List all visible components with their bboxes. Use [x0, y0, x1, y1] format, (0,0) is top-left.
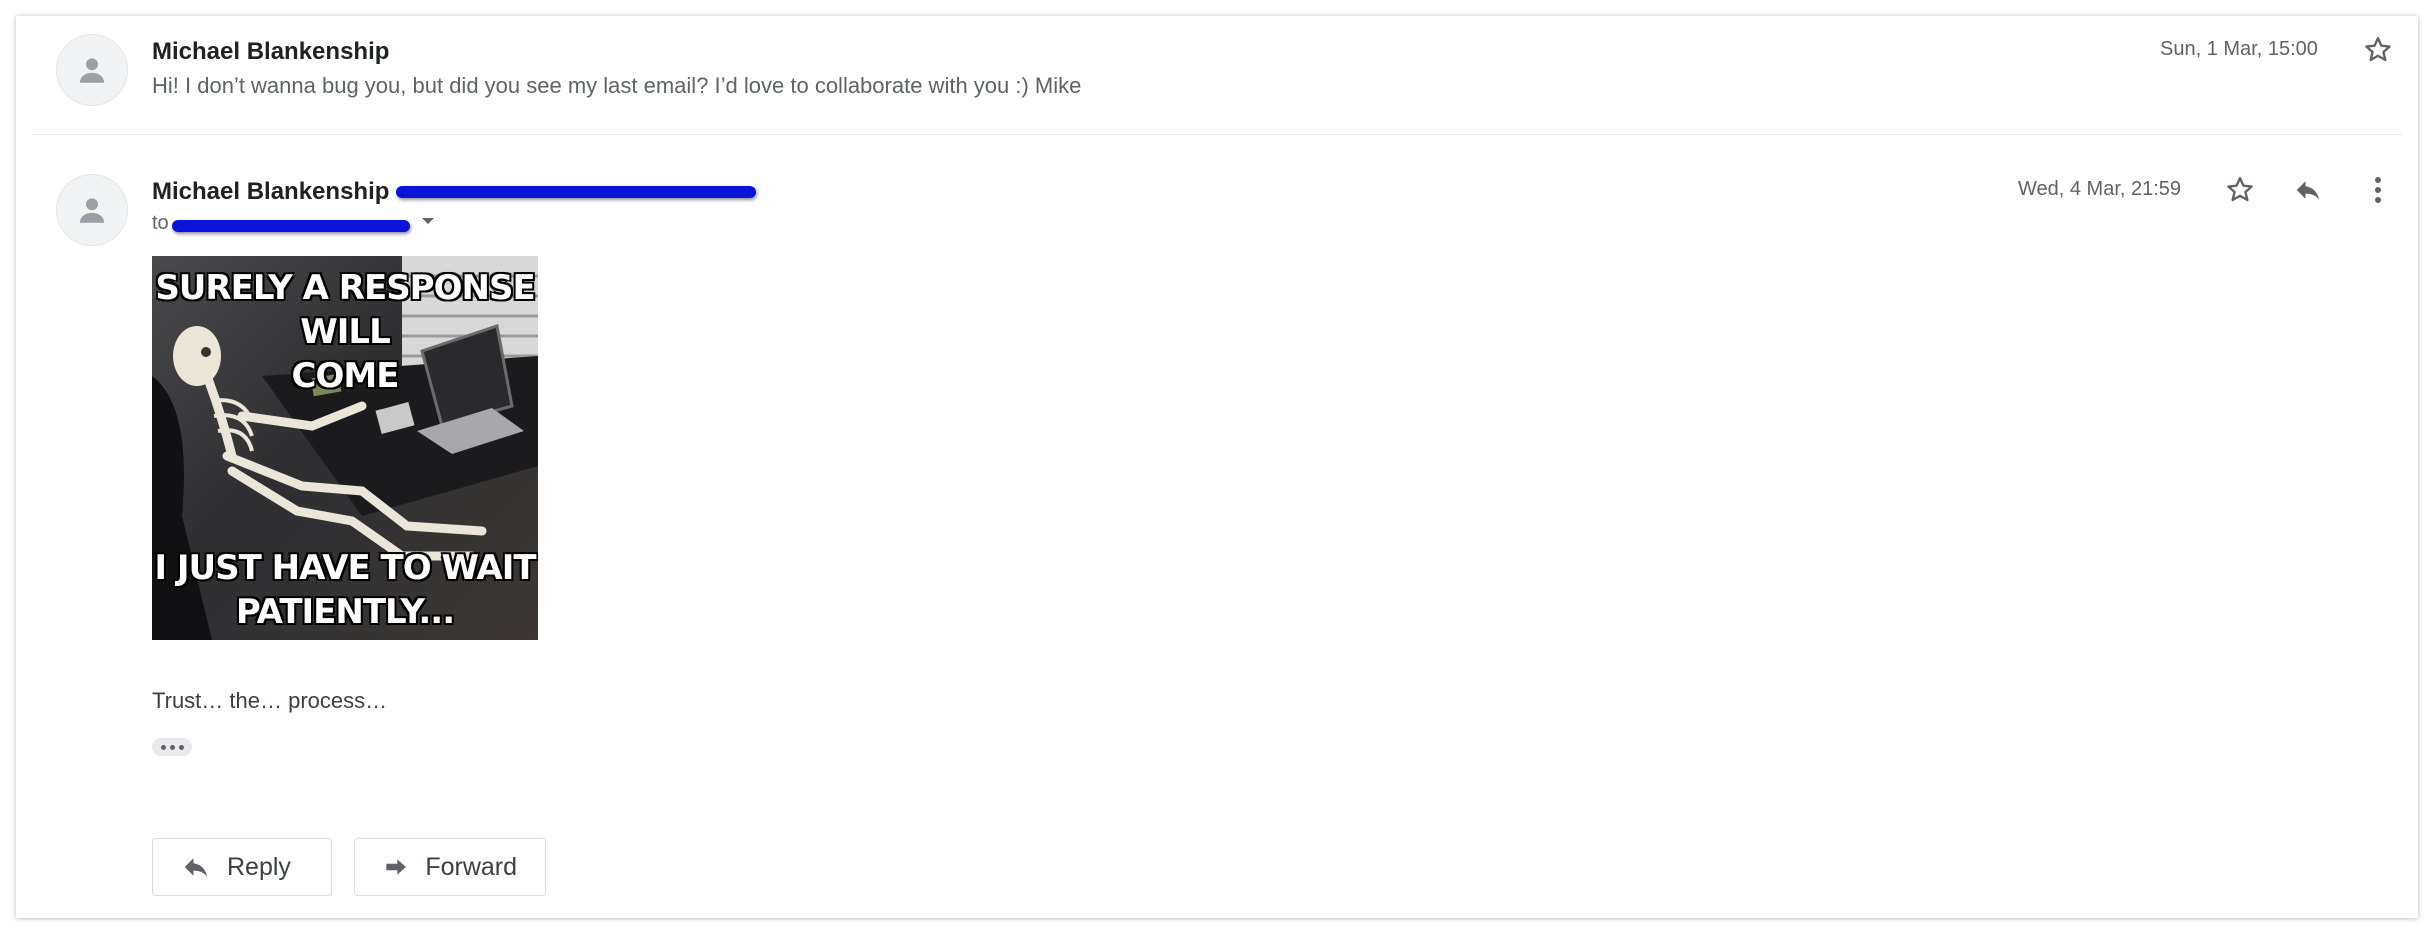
redacted-sender-email [396, 186, 756, 198]
sender-name[interactable]: Michael Blankenship [152, 178, 389, 206]
forward-label: Forward [425, 852, 517, 881]
person-icon [79, 198, 105, 223]
meme-top-caption: SURELY A RESPONSE WILL COME [155, 268, 535, 396]
sender-name[interactable]: Michael Blankenship [152, 38, 389, 66]
reply-label: Reply [227, 852, 291, 881]
meme-bottom-caption: I JUST HAVE TO WAIT PATIENTLY... [154, 548, 536, 632]
redacted-recipient-email [172, 220, 410, 232]
message-date: Wed, 4 Mar, 21:59 [2018, 178, 2182, 200]
show-details-button[interactable] [416, 206, 440, 236]
star-icon [2365, 37, 2391, 62]
message-divider [32, 134, 2402, 135]
person-icon [79, 58, 105, 83]
sender-avatar [56, 174, 128, 246]
star-icon [2227, 177, 2253, 202]
star-button[interactable] [2358, 30, 2398, 70]
more-options-button[interactable] [2358, 170, 2398, 210]
forward-action-button[interactable]: Forward [354, 838, 546, 896]
reply-icon [184, 858, 208, 877]
more-vert-icon [2375, 177, 2381, 203]
message-date: Sun, 1 Mar, 15:00 [2160, 38, 2318, 60]
reply-button[interactable] [2288, 170, 2328, 210]
sender-avatar [56, 34, 128, 106]
recipient-label: to [152, 212, 169, 234]
meme-image[interactable]: SURELY A RESPONSE WILL COME I JUST HAVE … [152, 256, 538, 640]
show-trimmed-content-button[interactable] [152, 738, 192, 756]
message-snippet[interactable]: Hi! I don’t wanna bug you, but did you s… [152, 73, 1081, 99]
reply-icon [2296, 181, 2320, 200]
reply-action-button[interactable]: Reply [152, 838, 332, 896]
ellipsis-dot [160, 744, 166, 750]
ellipsis-dot [169, 744, 175, 750]
star-button[interactable] [2220, 170, 2260, 210]
email-thread: Michael Blankenship Hi! I don’t wanna bu… [16, 16, 2418, 918]
dropdown-arrow-icon [422, 218, 434, 224]
forward-icon [386, 859, 407, 875]
message-body: Trust… the… process… [152, 688, 388, 713]
ellipsis-dot [178, 744, 184, 750]
